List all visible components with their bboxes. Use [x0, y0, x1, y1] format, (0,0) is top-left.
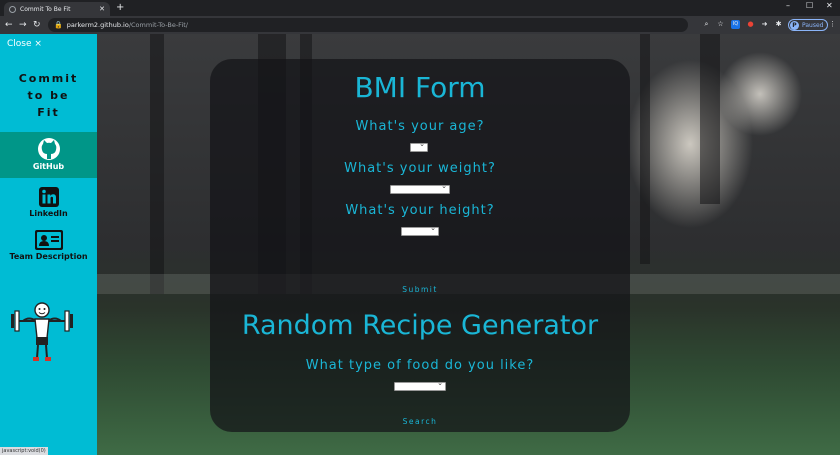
avatar: P	[790, 20, 799, 30]
profile-button[interactable]: P Paused	[788, 19, 829, 31]
zoom-icon[interactable]: ⌕	[702, 20, 711, 29]
extension-iq-icon[interactable]: IQ	[731, 20, 740, 29]
github-icon	[37, 138, 60, 160]
brand-line: to be	[27, 89, 70, 102]
globe-icon	[9, 5, 16, 13]
recipe-generator-title: Random Recipe Generator	[241, 310, 599, 341]
sidebar-item-label: LinkedIn	[29, 209, 68, 218]
maximize-icon[interactable]: ☐	[806, 1, 813, 10]
page-background: Close × Commit to be Fit GitHub LinkedIn	[0, 34, 840, 455]
bookmark-star-icon[interactable]: ☆	[716, 20, 725, 29]
age-label: What's your age?	[355, 119, 485, 134]
lock-icon: 🔒	[54, 21, 63, 29]
url-path: /Commit-To-Be-Fit/	[128, 21, 188, 29]
background-pillar	[700, 34, 720, 204]
sidebar-close-link[interactable]: Close ×	[7, 39, 42, 49]
age-select[interactable]	[410, 140, 428, 152]
browser-toolbar: ← → ↻ 🔒 parkerm2.github.io /Commit-To-Be…	[0, 16, 840, 34]
food-type-select[interactable]	[394, 379, 446, 391]
background-pillar	[150, 34, 164, 294]
form-panel: BMI Form What's your age? What's your we…	[210, 59, 630, 432]
sidebar-item-github[interactable]: GitHub	[0, 132, 97, 178]
id-card-icon	[34, 230, 63, 250]
sidebar: Close × Commit to be Fit GitHub LinkedIn	[0, 34, 97, 455]
profile-status: Paused	[802, 21, 824, 29]
weightlifter-icon	[11, 302, 73, 361]
weight-select[interactable]	[390, 182, 450, 194]
brand-line: Commit	[18, 72, 79, 85]
submit-button[interactable]: Submit	[210, 285, 630, 294]
height-select[interactable]	[401, 224, 439, 236]
brand-line: Fit	[37, 106, 60, 119]
extensions-puzzle-icon[interactable]: ✱	[774, 20, 783, 29]
bmi-form-title: BMI Form	[354, 71, 486, 104]
url-host: parkerm2.github.io	[66, 21, 129, 29]
status-bar-url: javascript:void(0)	[0, 447, 48, 455]
height-label: What's your height?	[345, 203, 495, 218]
sidebar-item-team-description[interactable]: Team Description	[0, 228, 97, 266]
window-close-icon[interactable]: ✕	[826, 1, 833, 10]
food-type-label: What type of food do you like?	[305, 358, 535, 373]
more-menu-icon[interactable]: ⋮	[828, 20, 837, 29]
minimize-icon[interactable]: –	[786, 1, 790, 10]
linkedin-icon	[38, 187, 59, 207]
back-icon[interactable]: ←	[5, 18, 13, 32]
reload-icon[interactable]: ↻	[33, 18, 41, 32]
search-button[interactable]: Search	[210, 417, 630, 426]
new-tab-icon[interactable]: +	[116, 2, 124, 14]
sidebar-item-label: GitHub	[32, 162, 65, 171]
extension-red-icon[interactable]: ●	[746, 20, 755, 29]
browser-tabbar: Commit To Be Fit ✕ + – ☐ ✕	[0, 0, 840, 16]
weight-label: What's your weight?	[344, 161, 496, 176]
forward-icon[interactable]: →	[19, 18, 27, 32]
background-pillar	[640, 34, 650, 264]
sidebar-item-linkedin[interactable]: LinkedIn	[0, 185, 97, 223]
extension-arrow-icon[interactable]: ➜	[760, 20, 769, 29]
browser-tab[interactable]: Commit To Be Fit ✕	[4, 2, 110, 16]
brand-title: Commit to be Fit	[0, 70, 97, 121]
address-bar[interactable]: 🔒 parkerm2.github.io /Commit-To-Be-Fit/	[48, 18, 688, 32]
close-tab-icon[interactable]: ✕	[99, 5, 105, 13]
tab-title: Commit To Be Fit	[20, 5, 71, 13]
sidebar-item-label: Team Description	[9, 252, 88, 261]
